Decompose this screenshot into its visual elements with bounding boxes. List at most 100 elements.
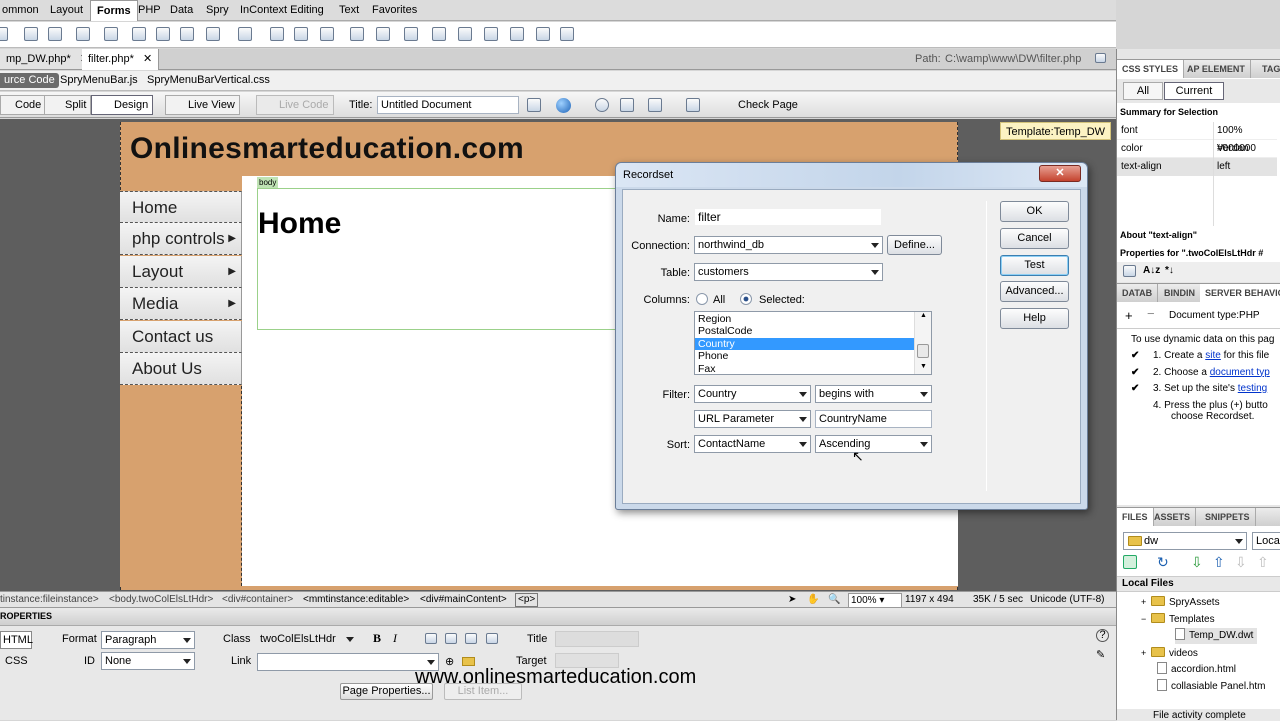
related-file[interactable]: SpryMenuBar.js	[60, 74, 138, 86]
filter-source-select[interactable]: URL Parameter	[694, 410, 811, 428]
image-field-icon[interactable]	[270, 27, 284, 41]
tree-folder[interactable]: + videos	[1141, 645, 1198, 662]
tag-selector[interactable]: <mmtinstance:editable>	[303, 592, 409, 607]
checkout-icon[interactable]: ⇩	[1235, 554, 1247, 571]
radio-group-icon[interactable]	[180, 27, 194, 41]
label-icon[interactable]	[350, 27, 364, 41]
columns-listbox[interactable]: Region PostalCode Country Phone Fax ▲ ▼	[694, 311, 932, 375]
preview-browser-icon[interactable]	[556, 98, 571, 113]
css-prop-row-selected[interactable]: text-align left	[1117, 158, 1277, 176]
advanced-button[interactable]: Advanced...	[1000, 281, 1069, 302]
server-step-link[interactable]: document typ	[1210, 367, 1270, 378]
format-select[interactable]: Paragraph	[101, 631, 195, 649]
window-size[interactable]: 1197 x 494	[905, 592, 954, 607]
insert-tab[interactable]: Text	[333, 0, 365, 20]
put-files-icon[interactable]: ⇧	[1213, 554, 1225, 571]
tree-file[interactable]: Temp_DW.dwt	[1175, 628, 1258, 644]
checkin-icon[interactable]: ⇧	[1257, 554, 1269, 571]
radio-button-icon[interactable]	[156, 27, 170, 41]
table-select[interactable]: customers	[694, 263, 883, 281]
checkbox-icon[interactable]	[104, 27, 118, 41]
related-file[interactable]: SpryMenuBarVertical.css	[147, 74, 270, 86]
tree-file[interactable]: accordion.html	[1157, 662, 1236, 678]
columns-selected-radio[interactable]	[740, 293, 752, 305]
filter-column-select[interactable]: Country	[694, 385, 811, 403]
nav-menu-item[interactable]: Media ▶	[120, 288, 242, 321]
ordered-list-icon[interactable]	[445, 633, 457, 644]
visual-aids-icon[interactable]	[648, 98, 662, 112]
column-option[interactable]: Phone	[695, 350, 914, 362]
button-icon[interactable]	[320, 27, 334, 41]
browse-folder-icon[interactable]	[462, 657, 475, 666]
italic-icon[interactable]: I	[393, 631, 397, 646]
panel-tab-databases[interactable]: DATAB	[1117, 284, 1159, 302]
spry-select-icon[interactable]	[484, 27, 498, 41]
filter-value-input[interactable]: CountryName	[815, 410, 932, 428]
insert-tab[interactable]: Layout	[44, 0, 89, 20]
spry-confirm-icon[interactable]	[536, 27, 550, 41]
form-icon[interactable]	[0, 27, 8, 41]
title-input[interactable]: Untitled Document	[377, 96, 519, 114]
server-step-link[interactable]: site	[1205, 350, 1221, 361]
insert-tab[interactable]: ommon	[0, 0, 45, 20]
restore-icon[interactable]	[1095, 53, 1106, 63]
quick-tag-editor-icon[interactable]: ✎	[1096, 648, 1105, 661]
view-select[interactable]: Local	[1252, 532, 1280, 550]
tag-selector[interactable]: <div#container>	[222, 592, 293, 607]
column-option[interactable]: PostalCode	[695, 325, 914, 337]
tag-selector[interactable]: <body.twoColElsLtHdr>	[109, 592, 213, 607]
css-all-button[interactable]: All	[1123, 82, 1163, 100]
tag-selector[interactable]: <div#mainContent>	[420, 592, 507, 607]
tag-selector[interactable]: tinstance:fileinstance>	[0, 592, 99, 607]
tree-file[interactable]: collasiable Panel.htm	[1157, 679, 1266, 695]
outdent-icon[interactable]	[465, 633, 477, 644]
add-behavior-icon[interactable]: +	[1125, 308, 1133, 323]
link-input[interactable]	[257, 653, 439, 671]
check-page-button[interactable]: Check Page	[718, 99, 798, 111]
nav-menu-item[interactable]: Contact us	[120, 320, 242, 353]
split-view-button[interactable]: Split	[44, 95, 92, 115]
insert-tab[interactable]: Favorites	[366, 0, 423, 20]
related-file-source[interactable]: urce Code	[0, 73, 59, 88]
spry-text-field-icon[interactable]	[404, 27, 418, 41]
sort-az-icon[interactable]: A↓z	[1143, 265, 1160, 276]
name-input[interactable]: filter	[694, 208, 882, 226]
text-field-icon[interactable]	[24, 27, 38, 41]
listbox-scrollbar[interactable]: ▲ ▼	[914, 312, 931, 374]
help-button[interactable]: Help	[1000, 308, 1069, 329]
tree-folder[interactable]: − Templates	[1141, 611, 1215, 628]
panel-tab-ap-elements[interactable]: AP ELEMENT	[1182, 60, 1251, 78]
cancel-button[interactable]: Cancel	[1000, 228, 1069, 249]
fieldset-icon[interactable]	[376, 27, 390, 41]
insert-tab[interactable]: InContext Editing	[234, 0, 330, 20]
panel-tab-assets[interactable]: ASSETS	[1149, 508, 1197, 526]
sort-column-select[interactable]: ContactName	[694, 435, 811, 453]
server-step-link[interactable]: testing	[1238, 383, 1267, 394]
live-view-button[interactable]: Live View	[165, 95, 240, 115]
column-option-selected[interactable]: Country	[695, 337, 914, 351]
nav-menu-item[interactable]: About Us	[120, 353, 242, 385]
category-view-icon[interactable]	[1123, 265, 1136, 277]
validate-markup-icon[interactable]	[686, 98, 700, 112]
class-select[interactable]: twoColElsLtHdr	[257, 631, 357, 649]
doc-tab-active[interactable]: filter.php* ✕	[82, 49, 160, 70]
html-mode-button[interactable]: HTML	[0, 631, 33, 649]
filter-operator-select[interactable]: begins with	[815, 385, 932, 403]
jump-menu-icon[interactable]	[238, 27, 252, 41]
hand-tool-icon[interactable]: ✋	[807, 592, 819, 607]
list-menu-icon[interactable]	[206, 27, 220, 41]
code-view-button[interactable]: Code	[0, 95, 47, 115]
panel-tab-css-styles[interactable]: CSS STYLES	[1117, 60, 1185, 78]
site-select[interactable]: dw	[1123, 532, 1247, 550]
nav-menu-item[interactable]: php controls ▶	[120, 223, 242, 256]
select-tool-icon[interactable]: ➤	[788, 592, 796, 607]
css-mode-button[interactable]: CSS	[5, 655, 28, 667]
indent-icon[interactable]	[486, 633, 498, 644]
insert-tab[interactable]: Spry	[200, 0, 235, 20]
column-option[interactable]: Fax	[695, 363, 914, 374]
spry-textarea-icon[interactable]	[432, 27, 446, 41]
view-options-icon[interactable]	[620, 98, 634, 112]
insert-tab[interactable]: PHP	[132, 0, 167, 20]
bold-icon[interactable]: B	[373, 631, 381, 646]
nav-menu-item[interactable]: Layout ▶	[120, 255, 242, 288]
